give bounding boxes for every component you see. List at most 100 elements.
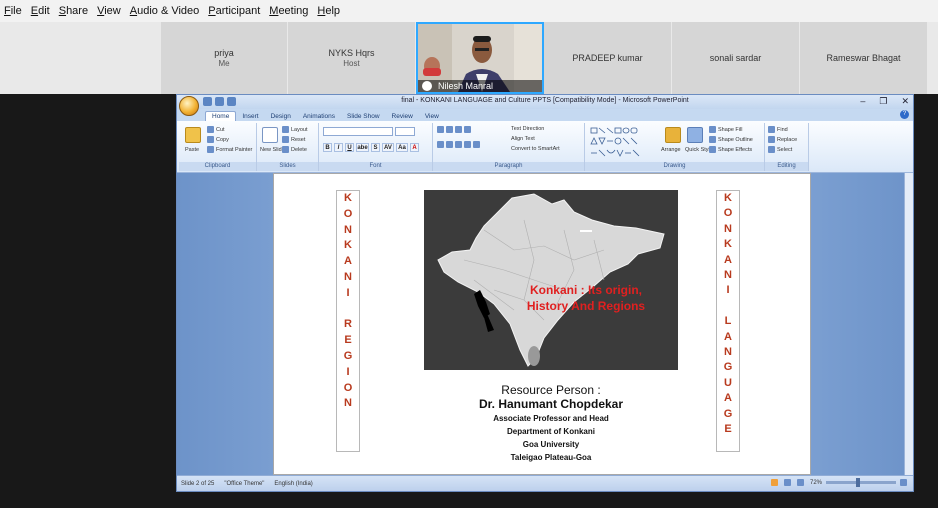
- office-button-icon[interactable]: [179, 96, 199, 116]
- copy-button[interactable]: Copy: [207, 136, 229, 143]
- arrange-button[interactable]: Arrange: [661, 147, 681, 153]
- replace-button[interactable]: Replace: [768, 136, 797, 143]
- slide-editing-area: KONKANI REGION Konkani: Its origin, His…: [177, 173, 913, 477]
- bold-button[interactable]: B: [323, 143, 332, 152]
- language-indicator[interactable]: English (India): [274, 481, 312, 487]
- maximize-icon[interactable]: ❐: [879, 96, 887, 107]
- align-icons[interactable]: [437, 141, 482, 148]
- group-label: Font: [319, 162, 432, 171]
- participant-name: Nilesh Manral: [438, 81, 494, 91]
- tab-insert[interactable]: Insert: [236, 112, 264, 121]
- reset-button[interactable]: Reset: [282, 136, 305, 143]
- participant-tile[interactable]: NYKS Hqrs Host: [288, 22, 416, 94]
- participant-name: NYKS Hqrs: [328, 47, 375, 58]
- vertical-letter: N: [344, 397, 352, 410]
- font-group: B I U abe S AV Aa A Font: [319, 123, 433, 171]
- quick-styles-icon[interactable]: [687, 127, 703, 143]
- zoom-level[interactable]: 72%: [810, 480, 822, 486]
- menu-meeting[interactable]: Meeting: [269, 5, 308, 17]
- outline-icon: [709, 136, 716, 143]
- menu-view[interactable]: View: [97, 5, 121, 17]
- tab-slide-show[interactable]: Slide Show: [341, 112, 386, 121]
- vertical-scrollbar[interactable]: [904, 173, 913, 477]
- slideshow-view-icon[interactable]: [796, 479, 804, 486]
- normal-view-icon[interactable]: [770, 479, 778, 486]
- vertical-letter: U: [724, 376, 732, 389]
- shape-outline-button[interactable]: Shape Outline: [709, 136, 753, 143]
- delete-button[interactable]: Delete: [282, 146, 307, 153]
- india-map-image: Konkani : Its origin, History And Region…: [424, 190, 678, 370]
- participant-strip: priya Me NYKS Hqrs Host Nilesh Manral PR…: [0, 22, 938, 94]
- speaker-detail: Associate Professor and Head: [493, 414, 609, 423]
- participant-role: Host: [343, 58, 360, 68]
- fit-window-icon[interactable]: [900, 479, 907, 486]
- active-speaker-video[interactable]: Nilesh Manral: [416, 22, 544, 94]
- shape-effects-button[interactable]: Shape Effects: [709, 146, 752, 153]
- participant-tile[interactable]: sonali sardar: [672, 22, 800, 94]
- participant-tile[interactable]: priya Me: [161, 22, 288, 94]
- paste-button[interactable]: Paste: [185, 147, 199, 153]
- text-direction-button[interactable]: Text Direction: [511, 126, 544, 132]
- bullets-icon[interactable]: [437, 126, 473, 133]
- microphone-icon[interactable]: [422, 81, 432, 91]
- tab-view[interactable]: View: [419, 112, 445, 121]
- vertical-letter: O: [343, 207, 353, 220]
- help-icon[interactable]: ?: [900, 110, 909, 119]
- new-slide-icon[interactable]: [262, 127, 278, 143]
- ribbon-tabs: Home Insert Design Animations Slide Show…: [177, 109, 913, 121]
- zoom-slider[interactable]: [826, 478, 896, 487]
- vertical-letter: E: [344, 334, 352, 347]
- font-color-button[interactable]: A: [410, 143, 419, 152]
- find-button[interactable]: Find: [768, 126, 788, 133]
- shapes-gallery-icon[interactable]: [589, 126, 657, 158]
- menu-audio-video[interactable]: Audio & Video: [130, 5, 200, 17]
- convert-smartart-button[interactable]: Convert to SmartArt: [511, 146, 560, 152]
- vertical-letter: G: [723, 407, 733, 420]
- align-text-button[interactable]: Align Text: [511, 136, 535, 142]
- cut-button[interactable]: Cut: [207, 126, 225, 133]
- map-title: Konkani : Its origin, History And Region…: [516, 282, 656, 314]
- italic-button[interactable]: I: [334, 143, 343, 152]
- minimize-icon[interactable]: –: [860, 96, 865, 107]
- vertical-letter: N: [344, 270, 352, 283]
- participant-tile[interactable]: PRADEEP kumar: [544, 22, 672, 94]
- shadow-button[interactable]: S: [371, 143, 380, 152]
- vertical-letter: G: [723, 361, 733, 374]
- tab-review[interactable]: Review: [386, 112, 419, 121]
- format-painter-button[interactable]: Format Painter: [207, 146, 252, 153]
- font-size-dropdown[interactable]: [395, 127, 415, 136]
- vertical-letter: K: [724, 238, 732, 251]
- arrange-icon[interactable]: [665, 127, 681, 143]
- menu-participant[interactable]: Participant: [208, 5, 260, 17]
- brush-icon: [207, 146, 214, 153]
- select-button[interactable]: Select: [768, 146, 792, 153]
- participant-tile[interactable]: Rameswar Bhagat: [800, 22, 928, 94]
- vertical-letter: R: [344, 318, 352, 331]
- speaker-name: Dr. Hanumant Chopdekar: [478, 397, 624, 411]
- character-spacing-button[interactable]: AV: [382, 143, 394, 152]
- menu-file[interactable]: File: [4, 5, 22, 17]
- window-controls: – ❐ ✕: [860, 96, 909, 107]
- menu-help[interactable]: Help: [317, 5, 340, 17]
- change-case-button[interactable]: Aa: [396, 143, 408, 152]
- vertical-letter: [346, 302, 349, 318]
- vertical-letter: N: [724, 269, 732, 282]
- speaker-detail: Department of Konkani: [506, 427, 595, 436]
- underline-button[interactable]: U: [345, 143, 354, 152]
- speaker-detail: Taleigao Plateau-Goa: [510, 453, 592, 462]
- slide[interactable]: KONKANI REGION Konkani: Its origin, His…: [273, 173, 811, 475]
- sorter-view-icon[interactable]: [783, 479, 791, 486]
- strikethrough-button[interactable]: abe: [356, 143, 369, 152]
- map-title-line: Konkani : Its origin,: [529, 283, 642, 297]
- menu-edit[interactable]: Edit: [31, 5, 50, 17]
- paste-icon[interactable]: [185, 127, 201, 143]
- close-icon[interactable]: ✕: [901, 96, 909, 107]
- tab-design[interactable]: Design: [265, 112, 297, 121]
- tab-home[interactable]: Home: [205, 111, 237, 121]
- shape-fill-button[interactable]: Shape Fill: [709, 126, 742, 133]
- status-bar: Slide 2 of 25 "Office Theme" English (In…: [177, 475, 913, 491]
- layout-button[interactable]: Layout: [282, 126, 308, 133]
- menu-share[interactable]: Share: [59, 5, 88, 17]
- tab-animations[interactable]: Animations: [297, 112, 341, 121]
- font-name-dropdown[interactable]: [323, 127, 393, 136]
